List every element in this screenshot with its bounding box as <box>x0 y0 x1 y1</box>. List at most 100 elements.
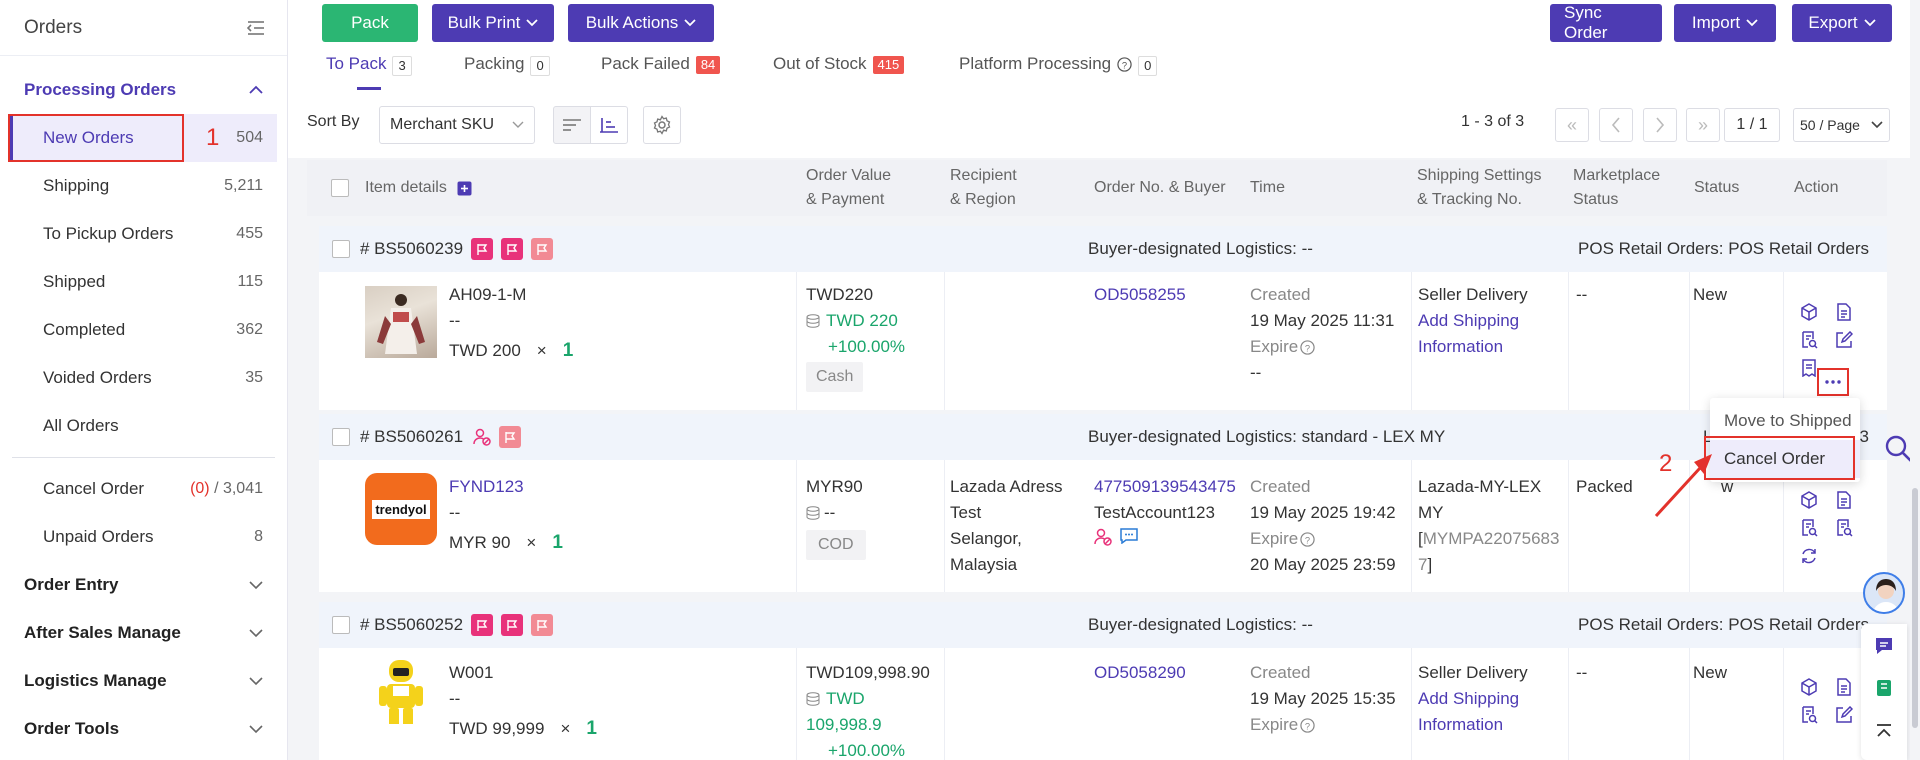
list-search-icon[interactable] <box>1832 516 1856 540</box>
order-checkbox[interactable] <box>332 240 350 258</box>
import-button[interactable]: Import <box>1674 4 1776 42</box>
scrollbar-track[interactable] <box>1910 0 1920 760</box>
order-number[interactable]: OD5058290 <box>1094 660 1186 686</box>
item-sku-link[interactable]: FYND123 <box>449 474 563 500</box>
menu-item-move-to-shipped[interactable]: Move to Shipped <box>1710 402 1860 440</box>
help-icon[interactable]: ? <box>1300 717 1315 733</box>
more-actions-menu: Move to Shipped Cancel Order <box>1704 398 1860 482</box>
sidebar-item-label: Shipping <box>43 176 110 195</box>
order-number[interactable]: OD5058255 <box>1094 282 1186 308</box>
package-icon[interactable] <box>1797 675 1821 699</box>
settings-button[interactable] <box>643 106 681 144</box>
tab-pack-failed[interactable]: Pack Failed 84 <box>601 54 721 88</box>
table-header: Item details Order Value & Payment Recip… <box>307 160 1887 216</box>
flag-icon[interactable] <box>471 238 494 260</box>
order-number-link[interactable]: 477509139543475 <box>1094 474 1236 500</box>
sidebar-group-processing-orders[interactable]: Processing Orders <box>0 66 287 114</box>
add-shipping-link[interactable]: Add Shipping <box>1418 308 1528 334</box>
order-checkbox[interactable] <box>332 428 350 446</box>
order-number-link[interactable]: OD5058255 <box>1094 282 1186 308</box>
scrollbar-thumb[interactable] <box>1912 488 1918 728</box>
chat-icon[interactable] <box>1120 528 1138 546</box>
sidebar-group-order-entry[interactable]: Order Entry <box>0 561 287 609</box>
add-shipping-link[interactable]: Add Shipping <box>1418 686 1528 712</box>
tab-platform-processing[interactable]: Platform Processing ? 0 <box>959 54 1158 88</box>
order-number-link[interactable]: OD5058290 <box>1094 660 1186 686</box>
list-search-icon[interactable] <box>1797 328 1821 352</box>
page-number-input[interactable]: 1 / 1 <box>1724 108 1780 142</box>
document-icon[interactable] <box>1832 675 1856 699</box>
help-icon[interactable]: ? <box>1300 531 1315 547</box>
group-label: After Sales Manage <box>24 623 181 642</box>
sidebar-item-completed[interactable]: Completed 362 <box>0 306 287 354</box>
select-all-checkbox[interactable] <box>331 160 349 216</box>
flag-icon[interactable] <box>531 238 554 260</box>
sidebar-item-new-orders[interactable]: New Orders 504 1 <box>8 114 277 162</box>
export-button[interactable]: Export <box>1792 4 1892 42</box>
menu-item-cancel-order[interactable]: Cancel Order <box>1704 436 1860 480</box>
chevron-up-icon <box>249 85 263 95</box>
sort-by-select[interactable]: Merchant SKU <box>379 106 535 144</box>
expand-plus-icon[interactable] <box>457 181 472 196</box>
sidebar-item-cancel-order[interactable]: Cancel Order (0) / 3,041 <box>0 465 287 513</box>
product-thumbnail[interactable]: trendyol <box>365 473 437 545</box>
flag-icon[interactable] <box>499 426 522 448</box>
add-shipping-link-cont[interactable]: Information <box>1418 712 1528 738</box>
package-icon[interactable] <box>1797 488 1821 512</box>
list-search-icon[interactable] <box>1797 703 1821 727</box>
sort-descending-button[interactable] <box>553 106 591 144</box>
refresh-icon[interactable] <box>1797 544 1821 568</box>
next-page-button[interactable] <box>1643 108 1677 142</box>
guide-book-icon[interactable] <box>1874 678 1894 698</box>
page-size-select[interactable]: 50 / Page <box>1793 108 1890 142</box>
add-shipping-link-cont[interactable]: Information <box>1418 334 1528 360</box>
package-icon[interactable] <box>1797 300 1821 324</box>
pack-button[interactable]: Pack <box>322 4 418 42</box>
back-to-top-icon[interactable] <box>1874 722 1894 742</box>
column-divider <box>796 460 797 592</box>
collapse-sidebar-icon[interactable] <box>247 20 265 36</box>
annotation-box-2 <box>1704 436 1855 480</box>
flag-icon[interactable] <box>531 614 554 636</box>
more-actions-button[interactable] <box>1817 368 1849 396</box>
document-icon[interactable] <box>1832 488 1856 512</box>
bulk-print-button[interactable]: Bulk Print <box>432 4 554 42</box>
tab-packing[interactable]: Packing 0 <box>464 54 550 88</box>
first-page-button[interactable]: « <box>1555 108 1589 142</box>
feedback-icon[interactable] <box>1874 636 1894 656</box>
buyer-warning-icon[interactable] <box>473 428 491 446</box>
edit-icon[interactable] <box>1832 328 1856 352</box>
sort-by-label: Sort By <box>307 113 360 130</box>
product-thumbnail[interactable] <box>365 286 437 358</box>
buyer-warning-icon[interactable] <box>1094 528 1112 546</box>
last-page-button[interactable]: » <box>1686 108 1720 142</box>
sidebar-item-shipping[interactable]: Shipping 5,211 <box>0 162 287 210</box>
product-thumbnail[interactable] <box>373 658 429 736</box>
flag-icon[interactable] <box>501 238 524 260</box>
support-avatar[interactable] <box>1863 572 1905 614</box>
sidebar-group-after-sales-manage[interactable]: After Sales Manage <box>0 609 287 657</box>
sidebar-item-unpaid-orders[interactable]: Unpaid Orders 8 <box>0 513 287 561</box>
sidebar-item-voided-orders[interactable]: Voided Orders 35 <box>0 354 287 402</box>
more-dots-icon <box>1825 380 1841 384</box>
flag-icon[interactable] <box>471 614 494 636</box>
sync-order-button[interactable]: Sync Order <box>1550 3 1662 42</box>
sidebar-item-all-orders[interactable]: All Orders <box>0 402 287 450</box>
sidebar-group-logistics-manage[interactable]: Logistics Manage <box>0 657 287 705</box>
tab-out-of-stock[interactable]: Out of Stock 415 <box>773 54 905 88</box>
sort-ascending-button[interactable] <box>590 106 628 144</box>
edit-icon[interactable] <box>1832 703 1856 727</box>
sidebar-item-to-pickup-orders[interactable]: To Pickup Orders 455 <box>0 210 287 258</box>
tab-to-pack[interactable]: To Pack 3 <box>326 54 412 90</box>
flag-icon[interactable] <box>501 614 524 636</box>
list-search-icon[interactable] <box>1797 516 1821 540</box>
document-icon[interactable] <box>1832 300 1856 324</box>
sidebar-item-shipped[interactable]: Shipped 115 <box>0 258 287 306</box>
order-checkbox[interactable] <box>332 616 350 634</box>
sidebar-group-order-tools[interactable]: Order Tools <box>0 705 287 753</box>
help-icon[interactable]: ? <box>1117 57 1132 72</box>
bulk-actions-button[interactable]: Bulk Actions <box>568 4 714 42</box>
help-icon[interactable]: ? <box>1300 339 1315 355</box>
prev-page-button[interactable] <box>1599 108 1633 142</box>
tracking-number[interactable]: MYMPA22075683 <box>1423 529 1560 548</box>
